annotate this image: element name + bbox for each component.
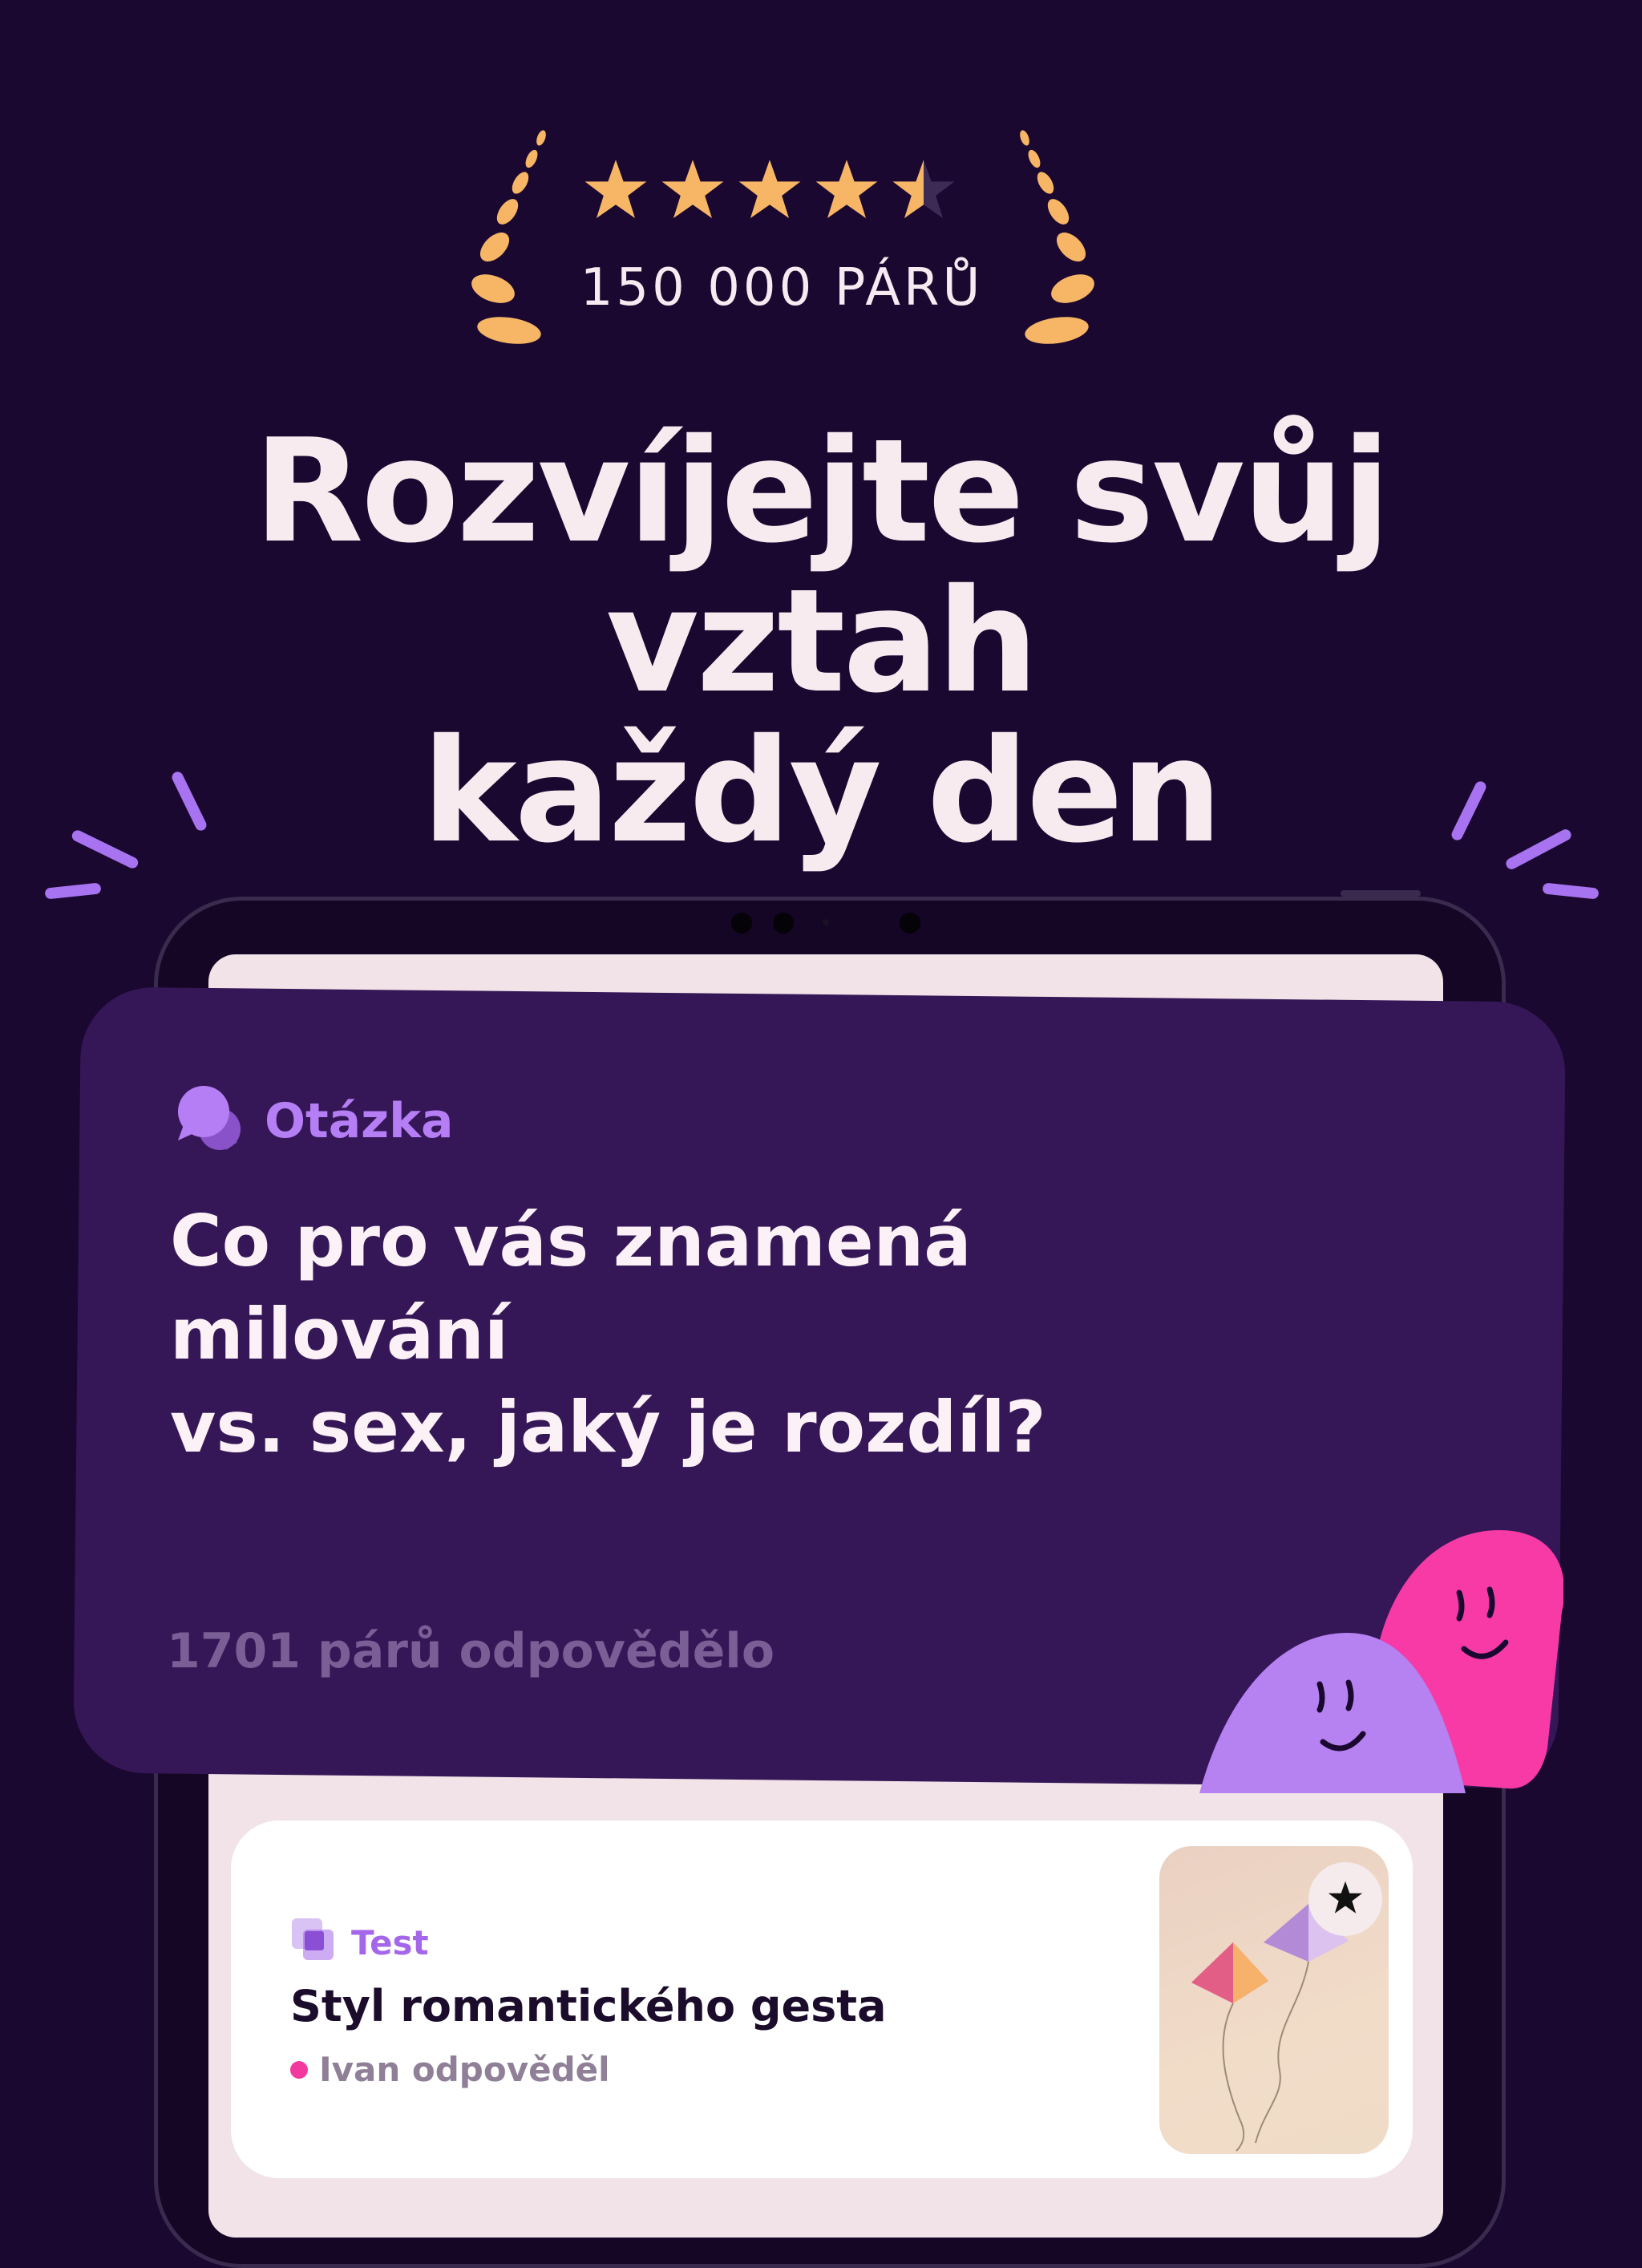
star-icon — [661, 157, 725, 221]
tablet-camera — [731, 913, 752, 934]
question-line-2: vs. sex, jaký je rozdíl? — [170, 1386, 1046, 1469]
rating-stars — [584, 157, 956, 221]
test-squares-icon — [290, 1917, 338, 1968]
page-headline: Rozvíjejte svůj vztah každý den — [48, 408, 1594, 874]
pairs-count: 150 000 PÁRŮ — [580, 258, 984, 318]
tablet-side-button — [1341, 890, 1421, 897]
star-icon — [815, 157, 879, 221]
question-text: Co pro vás znamená milování vs. sex, jak… — [170, 1195, 1308, 1474]
favorite-star-icon — [1328, 1880, 1363, 1918]
status-dot — [290, 2060, 308, 2079]
half-star-icon — [892, 157, 956, 221]
answered-count: 1701 párů odpovědělo — [167, 1623, 775, 1679]
category-label: Otázka — [265, 1093, 454, 1149]
favorite-button[interactable] — [1308, 1862, 1382, 1936]
test-tag: Test — [290, 1917, 429, 1968]
test-label: Test — [351, 1922, 429, 1962]
tablet-camera — [773, 913, 794, 934]
laurel-left-icon — [461, 128, 549, 356]
test-status: Ivan odpověděl — [290, 2050, 610, 2089]
test-title: Styl romantického gesta — [290, 1981, 887, 2031]
question-category: Otázka — [173, 1083, 454, 1160]
blob-characters — [1195, 1516, 1565, 1800]
status-text: Ivan odpověděl — [319, 2050, 610, 2089]
tablet-sensor — [823, 919, 829, 925]
chat-bubbles-icon — [173, 1083, 247, 1160]
star-icon — [738, 157, 802, 221]
star-icon — [584, 157, 648, 221]
question-line-1: Co pro vás znamená milování — [170, 1200, 972, 1376]
headline-line-2: každý den — [422, 707, 1222, 874]
spark-decoration — [1542, 882, 1600, 900]
tablet-camera — [900, 913, 920, 934]
headline-line-1: Rozvíjejte svůj vztah — [253, 408, 1390, 724]
spark-decoration — [44, 882, 102, 900]
laurel-right-icon — [1017, 128, 1105, 356]
